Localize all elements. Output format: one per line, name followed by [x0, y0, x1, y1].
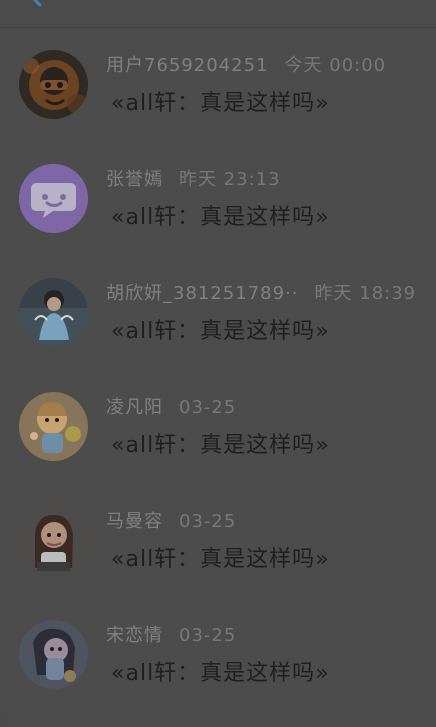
message-prefix: « [111, 661, 126, 686]
conversation-meta: 用户7659204251 今天 00:00 [106, 55, 386, 77]
message-prefix: « [111, 433, 126, 458]
sender-name: 马曼容 [106, 511, 163, 532]
message-time: 昨天 23:13 [179, 169, 281, 190]
message-prefix: « [111, 91, 126, 116]
sender-name: 宋恋情 [106, 625, 163, 646]
portrait-avatar[interactable] [19, 506, 88, 575]
message-time: 03-25 [179, 511, 237, 532]
message-time: 03-25 [179, 397, 237, 418]
portrait-avatar-icon [19, 506, 88, 575]
message-suffix: » [315, 547, 330, 572]
message-time: 今天 00:00 [284, 55, 387, 76]
message-body: all轩：真是这样吗 [125, 319, 316, 344]
message-suffix: » [315, 205, 330, 230]
message-body: all轩：真是这样吗 [125, 661, 316, 686]
doll-photo-avatar-icon [19, 278, 88, 347]
anime-avatar-icon [19, 620, 88, 689]
message-prefix: « [111, 319, 126, 344]
message-suffix: » [315, 319, 330, 344]
last-message: «all轩：真是这样吗» [111, 204, 330, 232]
message-body: all轩：真是这样吗 [125, 205, 316, 230]
back-arrow-icon[interactable] [10, 0, 44, 16]
last-message: «all轩：真是这样吗» [111, 318, 330, 346]
top-navigation-bar [0, 0, 436, 28]
conversation-item[interactable]: 胡欣妍_381251789·· 昨天 18:39 «all轩：真是这样吗» [0, 256, 436, 370]
last-message: «all轩：真是这样吗» [111, 90, 330, 118]
conversation-meta: 凌凡阳 03-25 [106, 397, 236, 419]
chat-screen: 用户7659204251 今天 00:00 «all轩：真是这样吗» 张誉嫣 昨天 … [0, 0, 436, 727]
message-time: 昨天 18:39 [314, 283, 417, 304]
conversation-list: 用户7659204251 今天 00:00 «all轩：真是这样吗» 张誉嫣 昨天 … [0, 28, 436, 727]
doll-photo-avatar[interactable] [19, 278, 88, 347]
sender-name: 胡欣妍_381251789·· [106, 283, 299, 304]
sender-name: 用户7659204251 [106, 55, 269, 76]
conversation-meta: 张誉嫣 昨天 23:13 [106, 169, 281, 191]
message-suffix: » [315, 91, 330, 116]
conversation-item[interactable]: 用户7659204251 今天 00:00 «all轩：真是这样吗» [0, 28, 436, 142]
last-message: «all轩：真是这样吗» [111, 546, 330, 574]
conversation-meta: 宋恋情 03-25 [106, 625, 236, 647]
conversation-item[interactable]: 凌凡阳 03-25 «all轩：真是这样吗» [0, 370, 436, 484]
message-suffix: » [315, 433, 330, 458]
anime-avatar[interactable] [19, 620, 88, 689]
conversation-item[interactable]: 宋恋情 03-25 «all轩：真是这样吗» [0, 598, 436, 712]
face-photo-avatar[interactable] [19, 50, 88, 119]
chat-bubble-avatar[interactable] [19, 164, 88, 233]
message-suffix: » [315, 661, 330, 686]
message-prefix: « [111, 205, 126, 230]
conversation-meta: 胡欣妍_381251789·· 昨天 18:39 [106, 283, 416, 305]
message-body: all轩：真是这样吗 [125, 433, 316, 458]
message-time: 03-25 [179, 625, 237, 646]
message-prefix: « [111, 547, 126, 572]
cartoon-avatar[interactable] [19, 392, 88, 461]
message-body: all轩：真是这样吗 [125, 91, 316, 116]
last-message: «all轩：真是这样吗» [111, 660, 330, 688]
conversation-item[interactable]: 马曼容 03-25 «all轩：真是这样吗» [0, 484, 436, 598]
message-body: all轩：真是这样吗 [125, 547, 316, 572]
face-photo-avatar-icon [19, 50, 88, 119]
cartoon-avatar-icon [19, 392, 88, 461]
conversation-item[interactable]: 张誉嫣 昨天 23:13 «all轩：真是这样吗» [0, 142, 436, 256]
conversation-meta: 马曼容 03-25 [106, 511, 236, 533]
chat-bubble-avatar-icon [19, 164, 88, 233]
last-message: «all轩：真是这样吗» [111, 432, 330, 460]
sender-name: 凌凡阳 [106, 397, 163, 418]
sender-name: 张誉嫣 [106, 169, 163, 190]
